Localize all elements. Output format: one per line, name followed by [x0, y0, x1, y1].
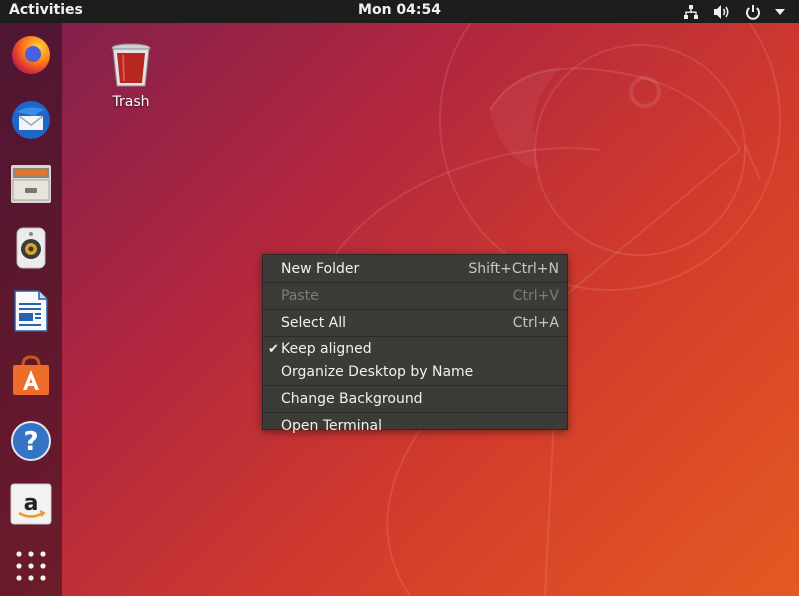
amazon-icon: a: [10, 483, 52, 525]
menu-item-label: Paste: [281, 288, 319, 304]
menu-separator: [263, 282, 567, 283]
dock: ? a: [0, 23, 62, 596]
dock-item-thunderbird[interactable]: [9, 98, 53, 142]
menu-item-label: Organize Desktop by Name: [281, 364, 474, 380]
files-cabinet-icon: [11, 165, 51, 203]
speaker-icon: [16, 227, 46, 269]
thunderbird-mail-icon: [12, 101, 50, 139]
menu-item-open-terminal[interactable]: Open Terminal: [263, 414, 567, 438]
menu-item-shortcut: Ctrl+V: [512, 288, 559, 304]
desktop-context-menu: New Folder Shift+Ctrl+N Paste Ctrl+V Sel…: [262, 254, 568, 434]
dock-item-firefox[interactable]: [9, 33, 53, 77]
menu-item-keep-aligned[interactable]: ✔ Keep aligned: [263, 338, 567, 361]
firefox-icon: [12, 36, 50, 74]
dock-item-files[interactable]: [9, 162, 53, 206]
checkmark-icon: ✔: [268, 342, 279, 357]
menu-item-shortcut: Ctrl+A: [512, 315, 559, 331]
dock-item-help[interactable]: ?: [9, 419, 53, 463]
dock-item-rhythmbox[interactable]: [9, 226, 53, 270]
menu-item-paste[interactable]: Paste Ctrl+V: [263, 284, 567, 308]
writer-document-icon: [14, 290, 48, 332]
app-grid-icon: [16, 551, 46, 581]
menu-arrow-icon[interactable]: [775, 8, 785, 16]
menu-separator: [263, 309, 567, 310]
dock-item-writer[interactable]: [9, 289, 53, 333]
menu-separator: [263, 412, 567, 413]
volume-icon[interactable]: [713, 4, 731, 20]
help-icon: ?: [11, 421, 51, 461]
menu-item-shortcut: Shift+Ctrl+N: [468, 261, 559, 277]
menu-item-label: Change Background: [281, 391, 423, 407]
menu-item-label: Keep aligned: [281, 341, 372, 357]
menu-item-new-folder[interactable]: New Folder Shift+Ctrl+N: [263, 257, 567, 281]
system-tray[interactable]: [683, 3, 785, 21]
menu-item-label: Select All: [281, 315, 346, 331]
desktop-trash[interactable]: Trash: [106, 42, 156, 110]
menu-separator: [263, 385, 567, 386]
menu-item-select-all[interactable]: Select All Ctrl+A: [263, 311, 567, 335]
menu-item-label: New Folder: [281, 261, 360, 277]
svg-text:?: ?: [23, 427, 38, 457]
power-icon[interactable]: [745, 4, 761, 20]
dock-item-show-applications[interactable]: [9, 546, 53, 590]
dock-item-ubuntu-software[interactable]: [9, 353, 53, 397]
menu-item-organize-by-name[interactable]: Organize Desktop by Name: [263, 361, 567, 384]
menu-item-label: Open Terminal: [281, 418, 383, 434]
svg-text:a: a: [24, 491, 39, 516]
network-icon[interactable]: [683, 4, 699, 20]
top-bar: Activities Mon 04:54: [0, 0, 799, 23]
menu-item-change-background[interactable]: Change Background: [263, 387, 567, 411]
dock-item-amazon[interactable]: a: [9, 482, 53, 526]
clock[interactable]: Mon 04:54: [0, 2, 799, 18]
menu-separator: [263, 336, 567, 337]
trash-label: Trash: [112, 94, 150, 110]
software-bag-icon: [13, 355, 49, 395]
trash-icon: [111, 43, 151, 87]
